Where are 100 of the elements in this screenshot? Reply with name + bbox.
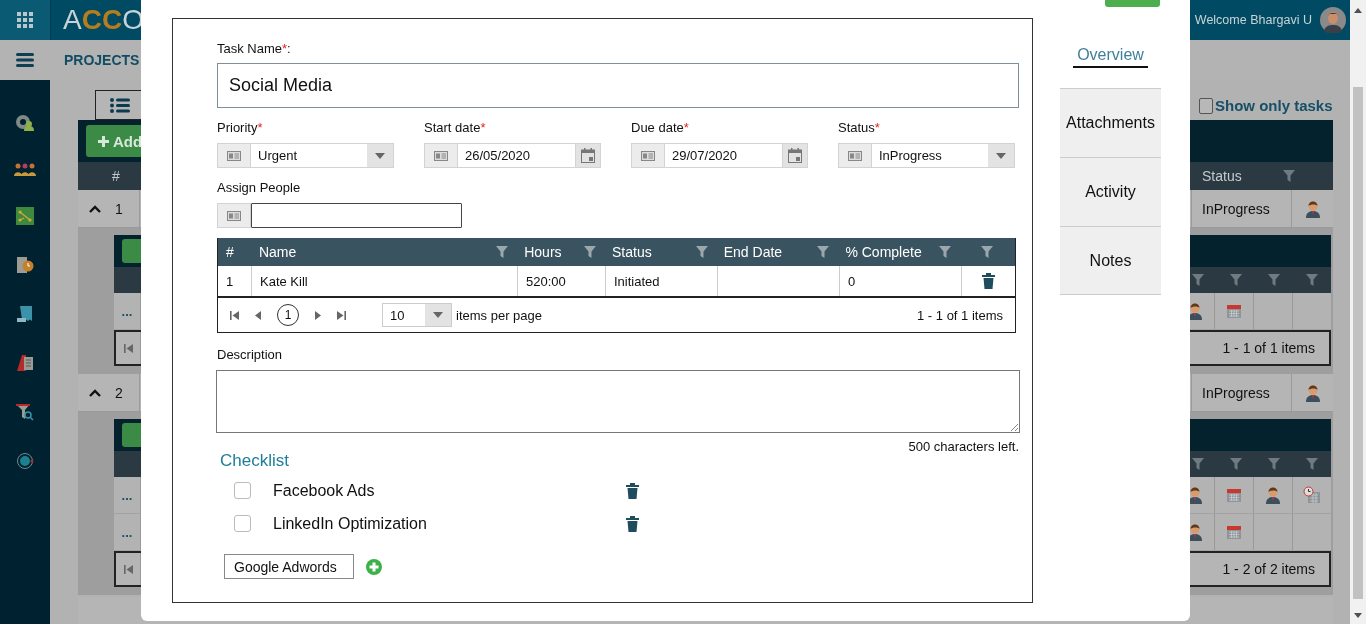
page-title: PROJECTS	[64, 52, 140, 68]
filter-search-icon[interactable]	[16, 403, 34, 421]
caret-icon	[375, 152, 385, 159]
checklist-item: LinkedIn Optimization	[273, 514, 427, 532]
field-label: Description	[217, 347, 284, 363]
field-label: Start date*	[424, 120, 487, 136]
calendar-icon[interactable]	[788, 148, 802, 163]
field-label: Priority*	[217, 120, 264, 136]
checkbox[interactable]	[234, 482, 251, 499]
column-header: Status	[1202, 168, 1243, 184]
date-field[interactable]: 29/07/2020	[665, 143, 808, 168]
card-icon	[434, 150, 448, 161]
new-item-field[interactable]: Google Adwords	[224, 554, 354, 579]
tab[interactable]: Attachments	[1060, 88, 1161, 157]
card-icon	[227, 210, 241, 221]
chevron-up-icon[interactable]	[89, 388, 101, 397]
tab[interactable]: Activity	[1060, 157, 1161, 226]
pager-summary: 1 - 2 of 2 items	[1222, 561, 1316, 577]
filter-icon[interactable]	[817, 246, 830, 258]
dropdown[interactable]: Urgent	[251, 143, 394, 168]
row-number: 2	[115, 384, 123, 401]
first-page-icon[interactable]	[230, 310, 239, 320]
filter-icon[interactable]	[939, 246, 952, 258]
calendar-icon[interactable]	[1226, 303, 1242, 319]
document-icon[interactable]	[16, 354, 34, 372]
person-icon[interactable]	[1304, 383, 1321, 402]
document-clock-icon[interactable]	[16, 256, 34, 274]
filter-icon[interactable]	[1230, 274, 1242, 286]
target-icon[interactable]	[16, 452, 34, 470]
people-icon[interactable]	[14, 162, 36, 176]
first-page-icon[interactable]	[123, 343, 133, 353]
checkbox[interactable]	[1199, 97, 1213, 114]
menu-icon[interactable]	[16, 53, 34, 67]
calendar-icon[interactable]	[1226, 487, 1242, 503]
scrollbar-thumb[interactable]	[1353, 87, 1363, 599]
filter-icon[interactable]	[1192, 274, 1204, 286]
caret-icon	[996, 152, 1006, 159]
filter-icon[interactable]	[1192, 458, 1204, 470]
column-header: #	[112, 168, 120, 184]
filter-icon[interactable]	[1283, 170, 1295, 182]
checklist-item: Facebook Ads	[273, 481, 375, 499]
column-header: Name	[258, 244, 297, 260]
calendar-icon[interactable]	[1226, 524, 1242, 540]
add-icon[interactable]	[366, 558, 382, 575]
description-field[interactable]	[216, 370, 1020, 433]
field-label: Status*	[838, 120, 881, 136]
dropdown[interactable]: InProgress	[872, 143, 1015, 168]
items-per-page-label: items per page	[456, 307, 542, 323]
caret-icon	[433, 312, 443, 318]
trash-icon[interactable]	[626, 482, 639, 499]
column-header: #	[226, 244, 234, 260]
filter-icon[interactable]	[496, 246, 509, 258]
filter-icon[interactable]	[695, 246, 708, 258]
table-cell: InProgress	[1202, 200, 1270, 217]
app-grid-icon[interactable]	[17, 12, 33, 28]
checklist-title: Checklist	[220, 451, 290, 471]
list-icon	[110, 97, 130, 113]
pager-summary: 1 - 1 of 1 items	[1222, 340, 1316, 356]
scroll-up-icon[interactable]	[1354, 8, 1362, 13]
scroll-down-icon[interactable]	[1354, 613, 1362, 618]
plus-icon	[98, 135, 109, 147]
filter-icon[interactable]	[1306, 458, 1318, 470]
characters-left-text: 500 characters left.	[908, 439, 1019, 454]
date-field[interactable]: 26/05/2020	[458, 143, 601, 168]
trash-icon[interactable]	[982, 273, 995, 289]
person-icon[interactable]	[1265, 486, 1281, 504]
first-page-icon[interactable]	[123, 564, 133, 574]
next-page-icon[interactable]	[315, 310, 321, 320]
last-page-icon[interactable]	[337, 310, 346, 320]
checkbox[interactable]	[234, 515, 251, 532]
avatar-icon[interactable]	[1320, 7, 1346, 33]
assign-people-field[interactable]	[251, 203, 462, 228]
person-icon[interactable]	[1304, 199, 1321, 218]
receipt-icon[interactable]	[16, 305, 34, 323]
tab[interactable]: Notes	[1060, 226, 1161, 295]
filter-icon[interactable]	[1268, 458, 1280, 470]
filter-icon[interactable]	[1306, 274, 1318, 286]
filter-icon[interactable]	[584, 246, 596, 258]
clock-calendar-icon[interactable]	[1303, 486, 1321, 504]
calendar-icon[interactable]	[581, 148, 595, 163]
pager-summary: 1 - 1 of 1 items	[917, 307, 1003, 323]
gear-person-icon[interactable]	[15, 113, 35, 131]
field-label: Assign People	[217, 180, 302, 196]
column-header: % Complete	[845, 244, 922, 260]
task-name-field[interactable]: Social Media	[217, 63, 1019, 108]
field-label: Due date*	[631, 120, 690, 136]
welcome-text: Welcome Bhargavi U	[1194, 13, 1312, 27]
filter-icon[interactable]	[981, 246, 994, 258]
trash-icon[interactable]	[626, 515, 639, 532]
column-header: End Date	[723, 244, 783, 260]
card-icon	[848, 150, 862, 161]
show-only-tasks-label[interactable]: Show only tasks	[1215, 97, 1333, 114]
filter-icon[interactable]	[1230, 458, 1242, 470]
table-cell: 0	[848, 273, 856, 289]
row-number: 1	[115, 200, 123, 217]
page-size-dropdown[interactable]: 10	[382, 303, 452, 327]
chevron-up-icon[interactable]	[89, 204, 101, 213]
filter-icon[interactable]	[1268, 274, 1280, 286]
previous-page-icon[interactable]	[255, 310, 261, 320]
resize-handle-icon[interactable]	[1010, 423, 1018, 431]
